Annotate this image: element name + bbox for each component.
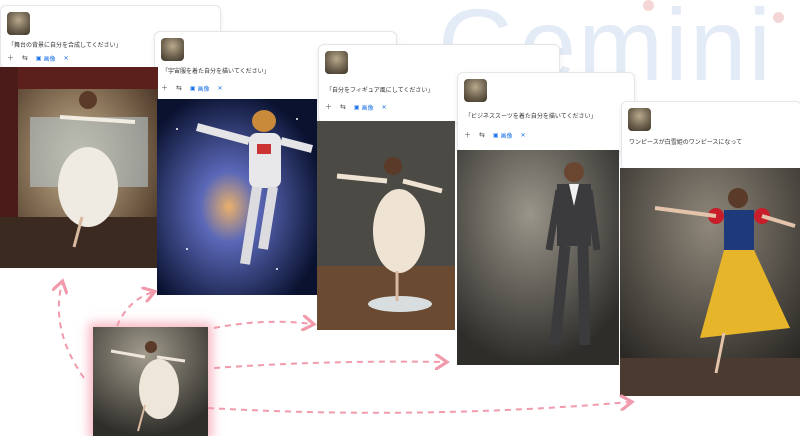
watermark-dot bbox=[643, 0, 654, 11]
image-chip[interactable]: ▣ 画像 bbox=[493, 131, 513, 140]
prompt-text: 「自分をフィギュア風にしてください」 bbox=[326, 87, 434, 94]
image-chip-label: 画像 bbox=[361, 105, 374, 112]
image-chip[interactable]: ▣ 画像 bbox=[354, 103, 374, 112]
prompt-card-snow-white: ワンピースが白雪姫のワンピースになって bbox=[621, 101, 800, 170]
plus-icon[interactable]: ＋ bbox=[464, 132, 471, 139]
image-chip-label: 画像 bbox=[197, 86, 210, 93]
prompt-card-business-suit: 「ビジネススーツを着た自分を描いてください」 ＋ ⇆ ▣ 画像 ✕ bbox=[457, 72, 635, 152]
image-chip[interactable]: ▣ 画像 bbox=[190, 84, 210, 93]
user-photo-thumbnail[interactable] bbox=[7, 12, 30, 35]
prompt-toolbar: ＋ ⇆ ▣ 画像 ✕ bbox=[464, 131, 526, 141]
result-image-stage bbox=[0, 67, 158, 268]
result-image-figure bbox=[317, 121, 455, 330]
image-chip-label: 画像 bbox=[500, 133, 513, 140]
tune-icon[interactable]: ⇆ bbox=[479, 132, 485, 139]
close-icon[interactable]: ✕ bbox=[218, 85, 223, 92]
arrow-to-figure bbox=[213, 322, 312, 328]
plus-icon[interactable]: ＋ bbox=[325, 104, 332, 111]
user-photo-thumbnail[interactable] bbox=[325, 51, 348, 74]
watermark-dot bbox=[773, 12, 784, 23]
user-photo-thumbnail[interactable] bbox=[628, 108, 651, 131]
image-chip-icon: ▣ bbox=[353, 104, 360, 111]
close-icon[interactable]: ✕ bbox=[521, 132, 526, 139]
prompt-toolbar: ＋ ⇆ ▣ 画像 ✕ bbox=[161, 84, 223, 94]
prompt-text: 「ビジネススーツを着た自分を描いてください」 bbox=[465, 113, 597, 120]
arrow-to-business-suit bbox=[213, 362, 445, 368]
close-icon[interactable]: ✕ bbox=[382, 104, 387, 111]
plus-icon[interactable]: ＋ bbox=[7, 55, 14, 62]
arrow-to-stage bbox=[59, 283, 85, 379]
result-image-snow-white bbox=[620, 168, 800, 396]
prompt-text: 「宇宙服を着た自分を描いてください」 bbox=[162, 68, 270, 75]
source-photo[interactable] bbox=[93, 327, 208, 436]
image-chip-icon: ▣ bbox=[35, 55, 42, 62]
user-photo-thumbnail[interactable] bbox=[161, 38, 184, 61]
image-chip-label: 画像 bbox=[43, 56, 56, 63]
prompt-toolbar: ＋ ⇆ ▣ 画像 ✕ bbox=[7, 54, 69, 64]
tune-icon[interactable]: ⇆ bbox=[176, 85, 182, 92]
image-chip-icon: ▣ bbox=[492, 132, 499, 139]
arrow-to-astronaut bbox=[116, 292, 153, 327]
prompt-text: ワンピースが白雪姫のワンピースになって bbox=[629, 139, 743, 146]
image-chip[interactable]: ▣ 画像 bbox=[36, 54, 56, 63]
user-photo-thumbnail[interactable] bbox=[464, 79, 487, 102]
arrow-to-snow-white bbox=[207, 402, 630, 414]
prompt-toolbar: ＋ ⇆ ▣ 画像 ✕ bbox=[325, 103, 387, 113]
result-image-astronaut bbox=[157, 99, 317, 295]
image-chip-icon: ▣ bbox=[189, 85, 196, 92]
result-image-business-suit bbox=[457, 150, 619, 365]
tune-icon[interactable]: ⇆ bbox=[340, 104, 346, 111]
close-icon[interactable]: ✕ bbox=[64, 55, 69, 62]
prompt-text: 「舞台の背景に自分を合成してください」 bbox=[8, 42, 122, 49]
tune-icon[interactable]: ⇆ bbox=[22, 55, 28, 62]
plus-icon[interactable]: ＋ bbox=[161, 85, 168, 92]
